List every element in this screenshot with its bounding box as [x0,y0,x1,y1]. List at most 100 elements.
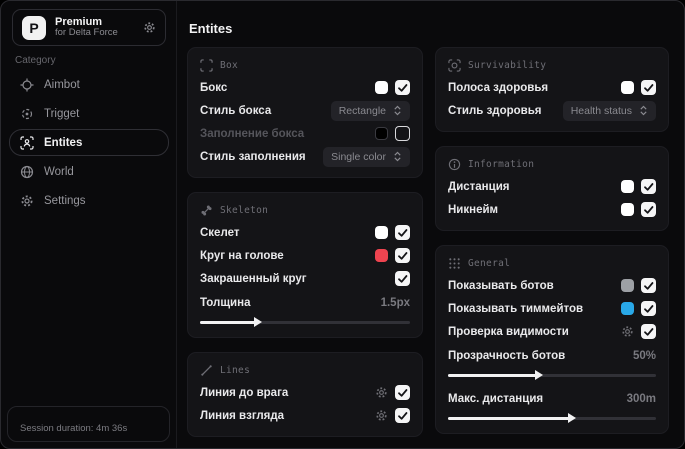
max-distance-value: 300m [626,392,656,405]
color-swatch[interactable] [375,249,388,262]
panel-skeleton: Skeleton Скелет Круг на голове Закрашенн… [187,192,423,338]
fill-style-dropdown[interactable]: Single color [323,146,410,167]
setting-row-bot-opacity: Прозрачность ботов 50% [448,344,656,381]
sidebar-item-entites[interactable]: Entites [9,129,169,156]
gear-icon[interactable] [375,386,388,399]
setting-row-health-style: Стиль здоровья Health status [448,99,656,122]
survivability-icon [448,58,461,72]
page-title: Entites [189,21,233,36]
panel-lines-header: Lines [200,361,410,379]
panel-general: General Показывать ботов Показывать тимм… [435,245,669,434]
entities-icon [20,135,34,150]
setting-row-box-enable: Бокс [200,76,410,99]
gear-icon[interactable] [375,409,388,422]
setting-row-thickness: Толщина 1.5px [200,291,410,328]
checkbox-checked[interactable] [641,301,656,316]
session-duration: Session duration: 4m 36s [20,423,128,434]
checkbox-checked[interactable] [395,80,410,95]
color-swatch[interactable] [621,81,634,94]
panel-skeleton-header: Skeleton [200,201,410,219]
chevron-up-down-icon [393,151,402,162]
panel-survivability-header: Survivability [448,56,656,74]
brand-card: P Premium for Delta Force [12,9,166,46]
brand-subtitle: for Delta Force [55,27,118,39]
gear-icon[interactable] [621,325,634,338]
slider-thumb[interactable] [253,317,262,327]
panel-box: Box Бокс Стиль бокса Rectangle Заполнени… [187,47,423,178]
panel-lines: Lines Линия до врага Линия взгляда [187,352,423,437]
sidebar-nav: Aimbot Trigget Entites World Settings [9,71,169,214]
setting-row-health-bar: Полоса здоровья [448,76,656,99]
color-swatch[interactable] [621,203,634,216]
bot-opacity-slider[interactable] [448,369,656,381]
checkbox-checked[interactable] [395,408,410,423]
sidebar: P Premium for Delta Force Category Aimbo… [1,1,177,448]
info-icon [448,158,461,171]
thickness-slider[interactable] [200,316,410,328]
health-style-dropdown[interactable]: Health status [562,100,656,121]
sidebar-item-trigget[interactable]: Trigget [9,100,169,127]
max-distance-slider[interactable] [448,412,656,424]
globe-icon [20,165,34,179]
brand-logo: P [22,15,46,40]
panel-box-header: Box [200,56,410,74]
setting-row-show-teammates: Показывать тиммейтов [448,297,656,320]
checkbox-unchecked[interactable] [395,126,410,141]
setting-row-skeleton: Скелет [200,221,410,244]
checkbox-checked[interactable] [641,202,656,217]
checkbox-checked[interactable] [395,225,410,240]
setting-row-box-fill: Заполнение бокса [200,122,410,145]
setting-row-head-circle: Круг на голове [200,244,410,267]
bot-opacity-value: 50% [632,349,656,362]
line-icon [200,364,213,377]
chevron-up-down-icon [639,105,648,116]
dots-grid-icon [448,257,461,270]
color-swatch[interactable] [375,81,388,94]
color-swatch[interactable] [375,127,388,140]
setting-row-max-distance: Макс. дистанция 300m [448,387,656,424]
session-card: Session duration: 4m 36s [7,406,170,442]
setting-row-distance: Дистанция [448,175,656,198]
setting-row-fill-style: Стиль заполнения Single color [200,145,410,168]
color-swatch[interactable] [621,279,634,292]
sidebar-item-label: Settings [44,194,86,207]
checkbox-checked[interactable] [641,80,656,95]
checkbox-checked[interactable] [641,324,656,339]
sidebar-item-aimbot[interactable]: Aimbot [9,71,169,98]
slider-thumb[interactable] [534,370,543,380]
panel-survivability: Survivability Полоса здоровья Стиль здор… [435,47,669,132]
bone-icon [200,204,213,217]
panel-information: Information Дистанция Никнейм [435,146,669,231]
aimbot-icon [20,77,34,92]
thickness-value: 1.5px [380,296,410,309]
right-column: Survivability Полоса здоровья Стиль здор… [435,47,669,434]
box-icon [200,58,213,72]
category-label: Category [15,55,56,66]
slider-thumb[interactable] [567,413,576,423]
color-swatch[interactable] [375,226,388,239]
setting-row-line-to-enemy: Линия до врага [200,381,410,404]
sidebar-item-label: Entites [44,136,83,149]
setting-row-box-style: Стиль бокса Rectangle [200,99,410,122]
sidebar-item-settings[interactable]: Settings [9,187,169,214]
brand-settings-icon[interactable] [143,21,156,34]
setting-row-show-bots: Показывать ботов [448,274,656,297]
checkbox-checked[interactable] [395,248,410,263]
checkbox-checked[interactable] [395,385,410,400]
sidebar-item-label: Aimbot [44,78,80,91]
sidebar-item-world[interactable]: World [9,158,169,185]
setting-row-nickname: Никнейм [448,198,656,221]
sidebar-item-label: World [44,165,74,178]
checkbox-checked[interactable] [641,278,656,293]
setting-row-filled-circle: Закрашенный круг [200,267,410,290]
panel-information-header: Information [448,155,656,173]
gear-icon [20,194,34,208]
setting-row-visibility-check: Проверка видимости [448,320,656,343]
checkbox-checked[interactable] [395,271,410,286]
box-style-dropdown[interactable]: Rectangle [330,100,410,121]
trigger-icon [20,107,34,121]
panel-general-header: General [448,254,656,272]
color-swatch[interactable] [621,302,634,315]
color-swatch[interactable] [621,180,634,193]
checkbox-checked[interactable] [641,179,656,194]
